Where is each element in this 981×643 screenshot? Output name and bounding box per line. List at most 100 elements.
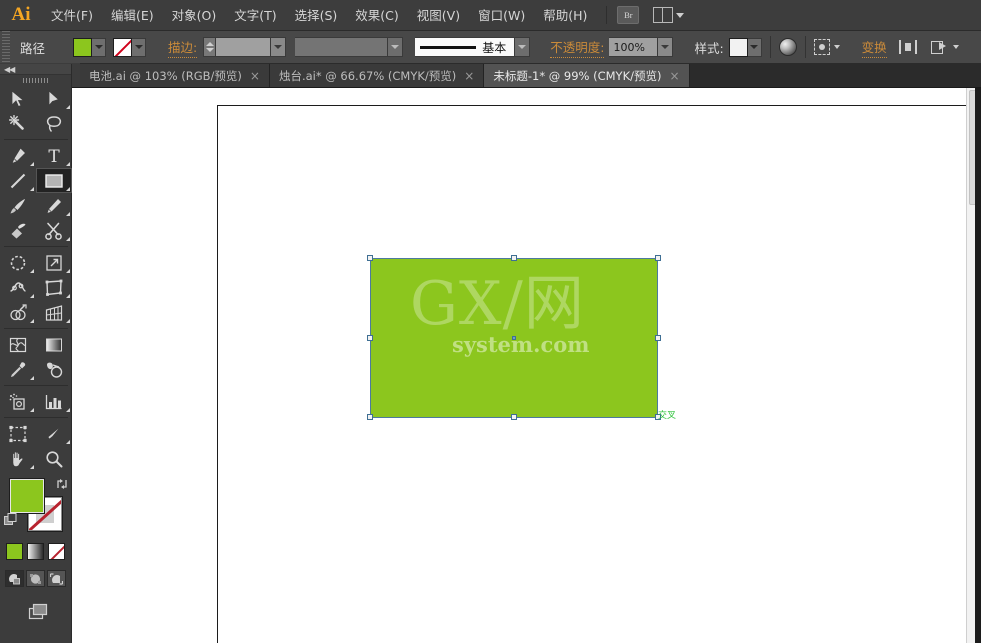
- tool-shape-builder[interactable]: [0, 300, 36, 325]
- tool-hand[interactable]: [0, 446, 36, 471]
- recolor-artwork-icon[interactable]: [779, 38, 797, 56]
- stroke-profile-input[interactable]: [295, 37, 388, 57]
- collapse-panel-icon[interactable]: ◀◀: [4, 65, 14, 74]
- selection-handle-middle-right[interactable]: [655, 335, 661, 341]
- tool-rectangle[interactable]: [36, 168, 72, 193]
- tool-eyedropper[interactable]: [0, 357, 36, 382]
- tool-width[interactable]: [0, 275, 36, 300]
- align-options-button[interactable]: [814, 39, 840, 55]
- stroke-weight-input[interactable]: [216, 37, 271, 57]
- none-fill-mode-button[interactable]: [48, 543, 65, 560]
- tool-artboard[interactable]: [0, 421, 36, 446]
- stroke-dropdown-button[interactable]: [132, 38, 146, 57]
- tool-symbol-sprayer[interactable]: [0, 389, 36, 414]
- swap-fill-stroke-icon[interactable]: [55, 477, 69, 491]
- tool-paintbrush[interactable]: [0, 193, 36, 218]
- menu-file[interactable]: 文件(F): [42, 0, 102, 31]
- default-fill-stroke-icon[interactable]: [4, 513, 17, 526]
- arrange-documents-button[interactable]: [653, 7, 684, 23]
- transform-label[interactable]: 变换: [862, 37, 887, 58]
- tool-zoom[interactable]: [36, 446, 72, 471]
- opacity-input[interactable]: 100%: [609, 37, 658, 57]
- selection-handle-bottom-left[interactable]: [367, 414, 373, 420]
- draw-behind-button[interactable]: [26, 570, 45, 587]
- control-bar-grip[interactable]: [2, 31, 10, 64]
- document-tab-1[interactable]: 电池.ai @ 103% (RGB/预览) ×: [80, 64, 270, 87]
- tool-free-transform[interactable]: [36, 275, 72, 300]
- color-fill-mode-button[interactable]: [6, 543, 23, 560]
- tool-column-graph[interactable]: [36, 389, 72, 414]
- opacity-control[interactable]: 100%: [609, 37, 673, 57]
- document-tab-2[interactable]: 烛台.ai* @ 66.67% (CMYK/预览) ×: [270, 64, 484, 87]
- stroke-weight-control[interactable]: [203, 37, 286, 57]
- menu-type[interactable]: 文字(T): [225, 0, 285, 31]
- tool-perspective-grid[interactable]: [36, 300, 72, 325]
- menu-object[interactable]: 对象(O): [163, 0, 226, 31]
- stroke-swatch-none[interactable]: [113, 38, 132, 57]
- stroke-profile-control[interactable]: [295, 37, 403, 57]
- selection-handle-top-right[interactable]: [655, 255, 661, 261]
- tool-rotate[interactable]: [0, 250, 36, 275]
- close-icon[interactable]: ×: [250, 70, 260, 82]
- tool-blob-brush[interactable]: [0, 218, 36, 243]
- tool-gradient[interactable]: [36, 332, 72, 357]
- tool-selection[interactable]: [0, 86, 36, 111]
- graphic-style-control[interactable]: [729, 38, 762, 57]
- close-icon[interactable]: ×: [669, 70, 679, 82]
- selection-handle-middle-left[interactable]: [367, 335, 373, 341]
- gradient-fill-mode-button[interactable]: [27, 543, 44, 560]
- tools-panel-grip[interactable]: [0, 75, 71, 86]
- draw-normal-button[interactable]: [5, 570, 24, 587]
- selection-handle-bottom-center[interactable]: [511, 414, 517, 420]
- stroke-profile-dropdown[interactable]: [388, 37, 403, 57]
- tools-divider: [4, 139, 68, 140]
- tool-pencil[interactable]: [36, 193, 72, 218]
- menu-edit[interactable]: 编辑(E): [102, 0, 163, 31]
- distribute-objects-icon[interactable]: [899, 40, 917, 54]
- graphic-style-dropdown[interactable]: [748, 38, 762, 57]
- menu-effect[interactable]: 效果(C): [346, 0, 407, 31]
- stroke-weight-dropdown[interactable]: [271, 37, 286, 57]
- stroke-weight-label[interactable]: 描边:: [168, 37, 197, 58]
- tool-pen[interactable]: [0, 143, 36, 168]
- stroke-color-control[interactable]: [113, 38, 146, 57]
- change-screen-mode-icon[interactable]: [23, 601, 49, 623]
- tool-lasso[interactable]: [36, 111, 72, 136]
- menu-help[interactable]: 帮助(H): [534, 0, 596, 31]
- tool-magic-wand[interactable]: [0, 111, 36, 136]
- draw-inside-button[interactable]: [47, 570, 66, 587]
- tool-type[interactable]: T: [36, 143, 72, 168]
- toolbar-fill-swatch[interactable]: [10, 479, 44, 513]
- tool-line-segment[interactable]: [0, 168, 36, 193]
- selection-handle-top-center[interactable]: [511, 255, 517, 261]
- stepper-down-icon[interactable]: [206, 48, 214, 52]
- close-icon[interactable]: ×: [464, 70, 474, 82]
- fill-dropdown-button[interactable]: [92, 38, 106, 57]
- fill-color-control[interactable]: [73, 38, 106, 57]
- document-tab-3[interactable]: 未标题-1* @ 99% (CMYK/预览) ×: [484, 64, 689, 87]
- canvas-area[interactable]: GX/网 system.com 交叉: [72, 88, 981, 643]
- graphic-style-swatch[interactable]: [729, 38, 748, 57]
- tool-direct-selection[interactable]: [36, 86, 72, 111]
- opacity-label[interactable]: 不透明度:: [550, 37, 604, 58]
- opacity-dropdown[interactable]: [658, 37, 673, 57]
- tool-blend[interactable]: [36, 357, 72, 382]
- tools-panel-collapse-bar[interactable]: ◀◀: [0, 64, 71, 75]
- fill-swatch[interactable]: [73, 38, 92, 57]
- tools-grid: T: [0, 86, 71, 471]
- tool-scissors[interactable]: [36, 218, 72, 243]
- selection-handle-top-left[interactable]: [367, 255, 373, 261]
- stepper-up-icon[interactable]: [206, 42, 214, 46]
- menu-window[interactable]: 窗口(W): [469, 0, 534, 31]
- menu-select[interactable]: 选择(S): [286, 0, 347, 31]
- select-similar-objects-button[interactable]: [931, 40, 959, 54]
- bridge-icon[interactable]: Br: [617, 6, 639, 24]
- tool-scale[interactable]: [36, 250, 72, 275]
- tool-slice[interactable]: [36, 421, 72, 446]
- tool-mesh[interactable]: [0, 332, 36, 357]
- stroke-weight-stepper[interactable]: [203, 37, 216, 57]
- brush-definition-dropdown[interactable]: [515, 37, 530, 57]
- brush-definition-input[interactable]: 基本: [415, 37, 515, 57]
- brush-definition-control[interactable]: 基本: [415, 37, 530, 57]
- menu-view[interactable]: 视图(V): [408, 0, 469, 31]
